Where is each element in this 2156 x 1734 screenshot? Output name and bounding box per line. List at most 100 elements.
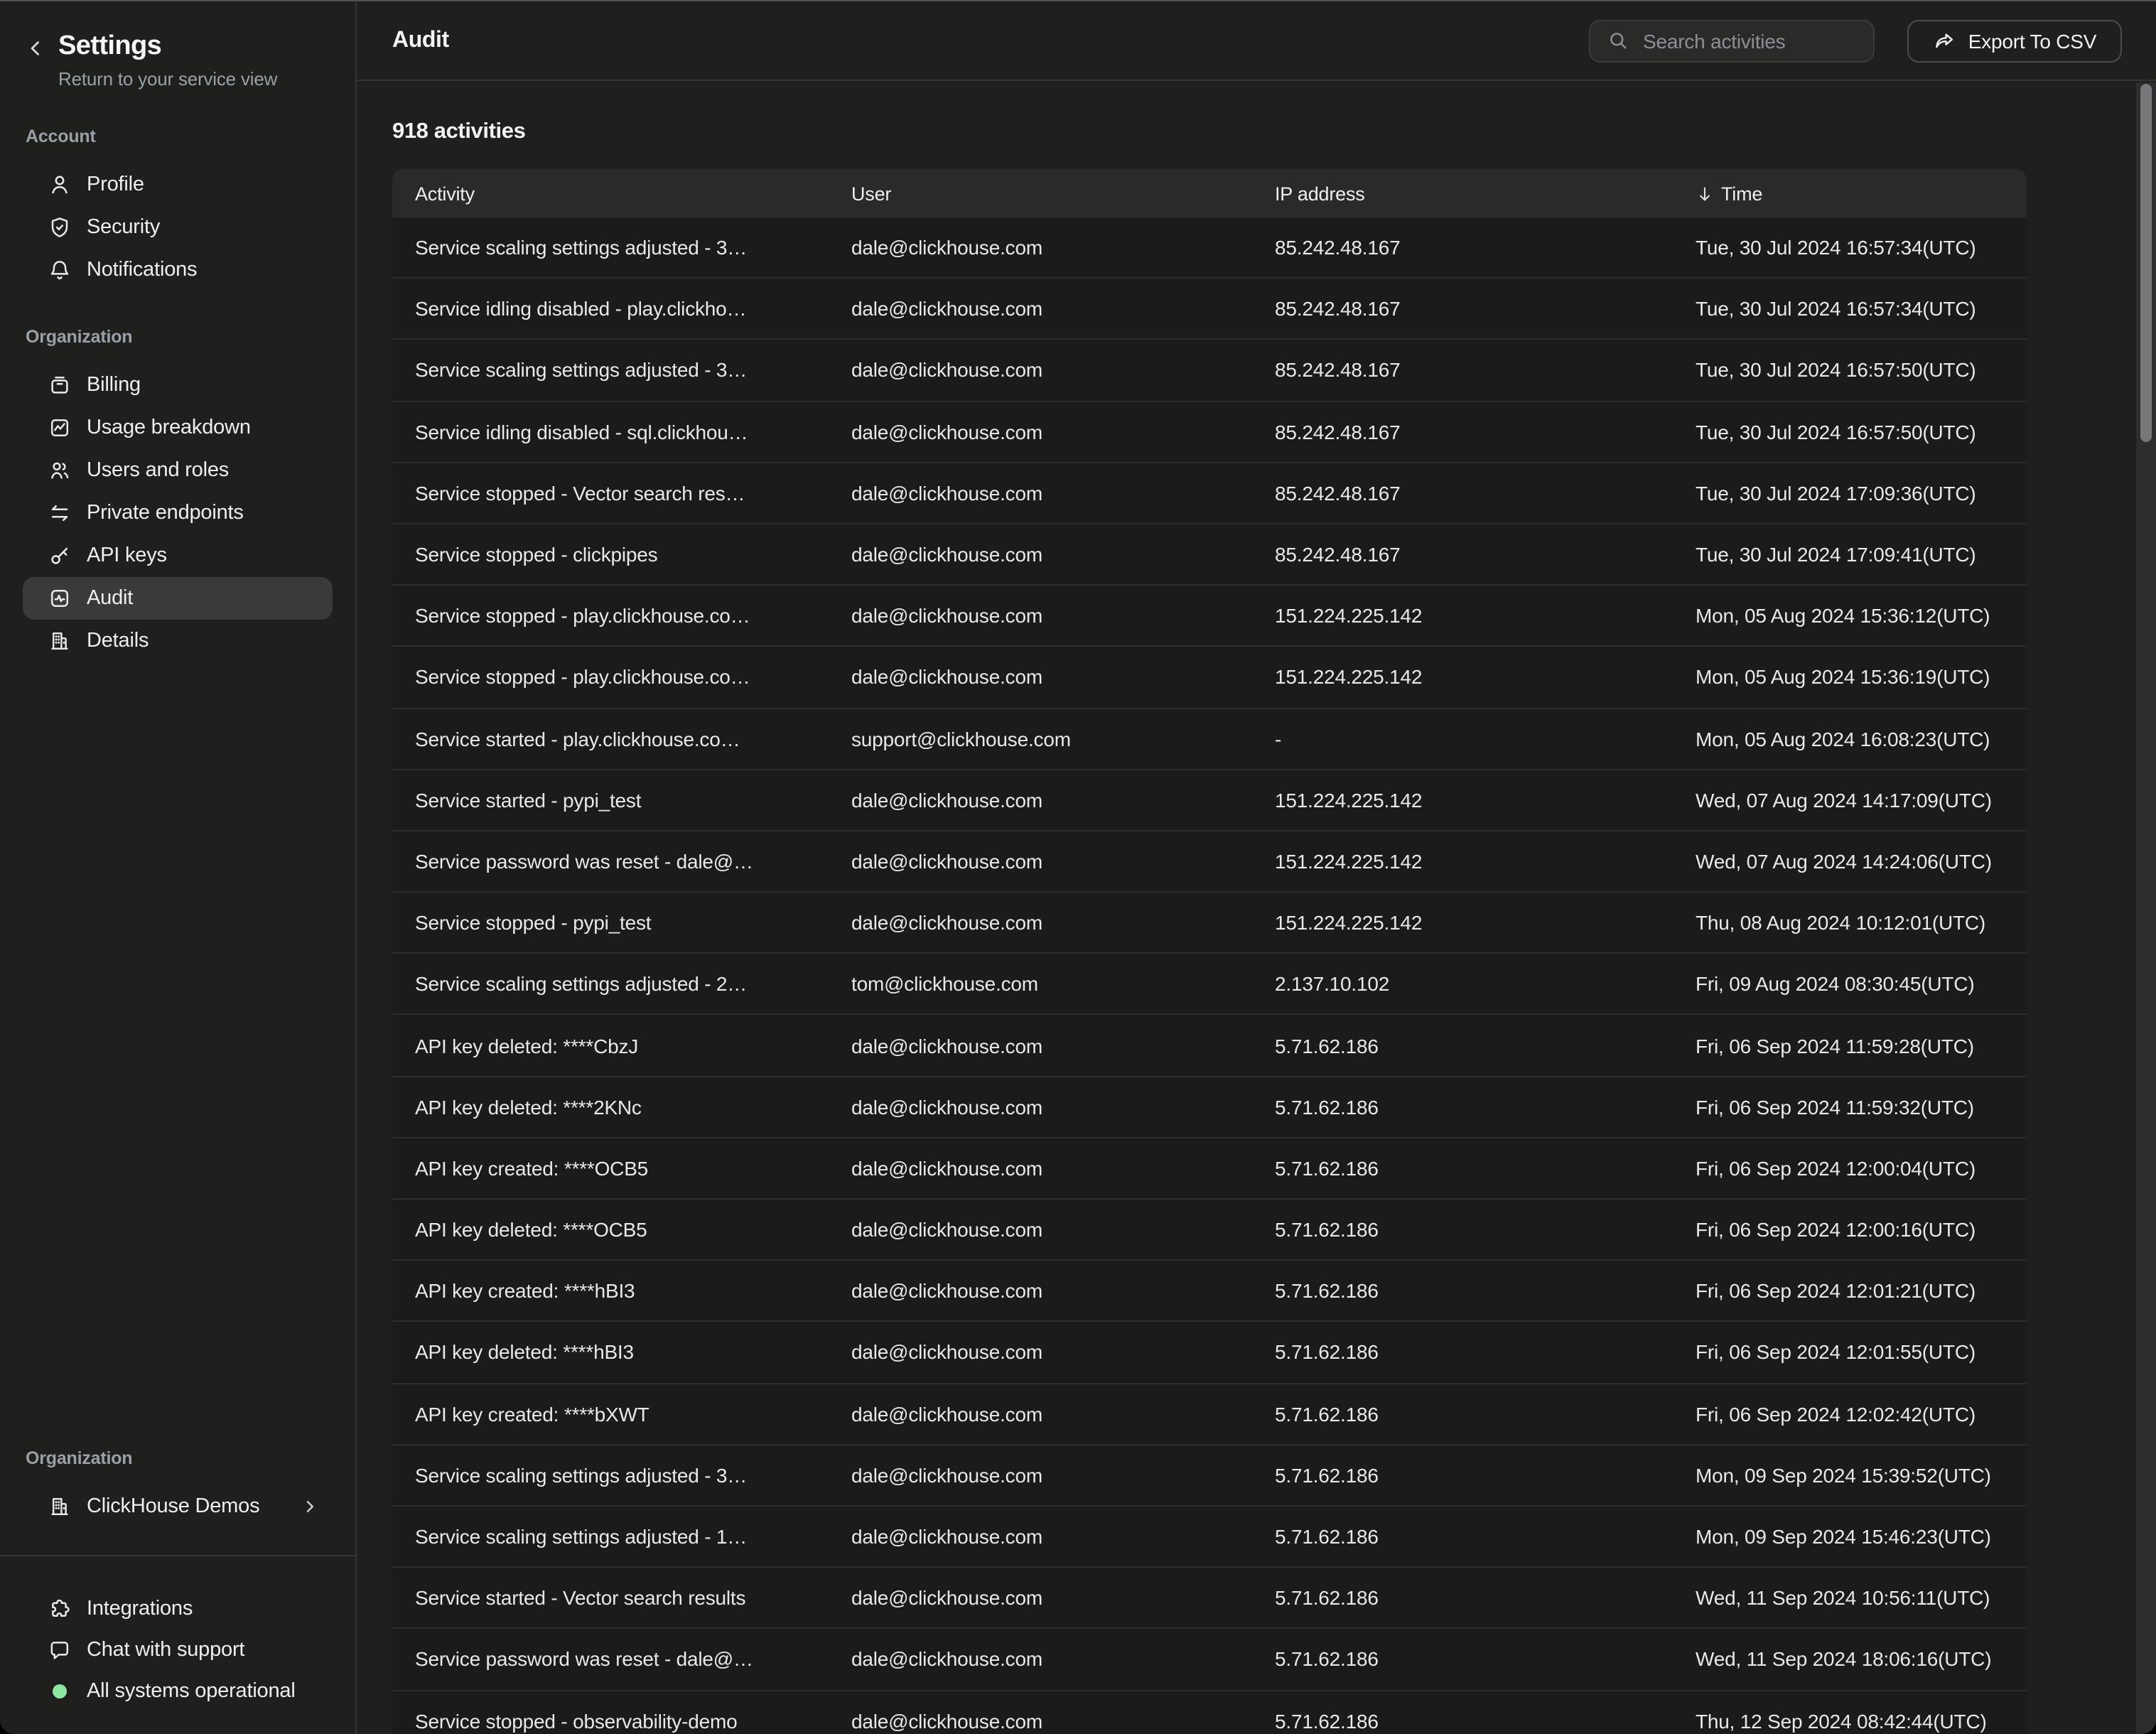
column-header-user[interactable]: User [829, 183, 1252, 204]
cell-user: dale@clickhouse.com [829, 1095, 1252, 1118]
cell-time: Fri, 06 Sep 2024 12:00:04(UTC) [1673, 1157, 2027, 1180]
back-button[interactable] [26, 37, 45, 60]
footer-item-chat-with-support[interactable]: Chat with support [23, 1629, 333, 1670]
activities-count: 918 activities [392, 117, 2156, 148]
swap-arrows-icon [48, 502, 71, 524]
cell-user: dale@clickhouse.com [829, 1525, 1252, 1548]
cell-activity: Service stopped - play.clickhouse.co… [392, 604, 829, 627]
cell-activity: API key created: ****OCB5 [392, 1157, 829, 1180]
cell-activity: API key deleted: ****CbzJ [392, 1034, 829, 1057]
status-label: All systems operational [87, 1679, 296, 1702]
cell-activity: Service stopped - clickpipes [392, 543, 829, 566]
activity-icon [48, 587, 71, 610]
cell-ip: 5.71.62.186 [1252, 1464, 1673, 1487]
cell-activity: Service scaling settings adjusted - 1… [392, 1525, 829, 1548]
table-row: API key created: ****OCB5dale@clickhouse… [392, 1138, 2027, 1200]
sidebar-item-label: Audit [87, 587, 133, 610]
sidebar-item-api-keys[interactable]: API keys [23, 534, 333, 577]
cell-activity: Service password was reset - dale@… [392, 850, 829, 873]
sidebar-item-private-endpoints[interactable]: Private endpoints [23, 492, 333, 534]
table-row: Service started - Vector search resultsd… [392, 1568, 2027, 1629]
cell-ip: 151.224.225.142 [1252, 789, 1673, 812]
cell-ip: 5.71.62.186 [1252, 1586, 1673, 1609]
sidebar-item-label: Billing [87, 374, 141, 397]
sidebar-item-usage-breakdown[interactable]: Usage breakdown [23, 406, 333, 449]
cell-time: Fri, 06 Sep 2024 12:02:42(UTC) [1673, 1402, 2027, 1425]
cell-time: Wed, 11 Sep 2024 18:06:16(UTC) [1673, 1648, 2027, 1671]
org-switcher[interactable]: ClickHouse Demos [23, 1485, 333, 1528]
table-row: Service started - play.clickhouse.co…sup… [392, 709, 2027, 770]
column-header-activity[interactable]: Activity [392, 183, 829, 204]
column-header-time[interactable]: Time [1673, 183, 2027, 204]
cell-user: dale@clickhouse.com [829, 298, 1252, 321]
column-header-ip[interactable]: IP address [1252, 183, 1673, 204]
search-input[interactable] [1640, 28, 1859, 53]
table-row: Service stopped - pypi_testdale@clickhou… [392, 893, 2027, 954]
chevron-left-icon [26, 38, 45, 58]
cell-ip: 5.71.62.186 [1252, 1095, 1673, 1118]
sidebar-item-details[interactable]: Details [23, 620, 333, 662]
settings-sidebar: Settings Return to your service view Acc… [0, 1, 357, 1734]
sidebar-section: OrganizationBillingUsage breakdownUsers … [0, 325, 355, 662]
sidebar-nav: AccountProfileSecurityNotificationsOrgan… [0, 125, 355, 662]
scrollbar-thumb[interactable] [2140, 84, 2152, 442]
cell-ip: 85.242.48.167 [1252, 420, 1673, 443]
footer-item-label: Chat with support [87, 1638, 244, 1661]
cell-user: dale@clickhouse.com [829, 789, 1252, 812]
table-row: Service password was reset - dale@…dale@… [392, 831, 2027, 893]
table-row: API key created: ****bXWTdale@clickhouse… [392, 1384, 2027, 1445]
sidebar-item-profile[interactable]: Profile [23, 163, 333, 206]
cell-time: Wed, 07 Aug 2024 14:24:06(UTC) [1673, 850, 2027, 873]
app-window: Settings Return to your service view Acc… [0, 0, 2156, 1734]
cell-activity: Service password was reset - dale@… [392, 1648, 829, 1671]
cell-user: support@clickhouse.com [829, 727, 1252, 750]
cell-activity: API key created: ****hBI3 [392, 1280, 829, 1303]
cell-activity: Service idling disabled - sql.clickhou… [392, 420, 829, 443]
sidebar-item-label: Security [87, 216, 160, 239]
table-header-row: Activity User IP address Time [392, 169, 2027, 217]
sidebar-item-billing[interactable]: Billing [23, 364, 333, 406]
sidebar-bottom: Organization ClickHouse Demos Integratio… [0, 1447, 355, 1734]
sort-arrow-down-icon [1696, 184, 1714, 203]
cell-activity: API key deleted: ****2KNc [392, 1095, 829, 1118]
sidebar-item-audit[interactable]: Audit [23, 577, 333, 620]
users-icon [48, 459, 71, 482]
cell-time: Fri, 06 Sep 2024 11:59:32(UTC) [1673, 1095, 2027, 1118]
puzzle-icon [48, 1597, 71, 1620]
cell-user: dale@clickhouse.com [829, 482, 1252, 505]
table-row: Service stopped - observability-demodale… [392, 1691, 2027, 1734]
bell-icon [48, 259, 71, 281]
cell-ip: 5.71.62.186 [1252, 1280, 1673, 1303]
footer-item-integrations[interactable]: Integrations [23, 1588, 333, 1629]
export-csv-button[interactable]: Export To CSV [1907, 19, 2122, 62]
table-row: Service idling disabled - sql.clickhou…d… [392, 402, 2027, 463]
sidebar-subtitle: Return to your service view [58, 68, 277, 91]
vertical-scrollbar[interactable] [2136, 82, 2156, 1734]
cell-time: Thu, 12 Sep 2024 08:42:44(UTC) [1673, 1709, 2027, 1732]
sidebar-item-notifications[interactable]: Notifications [23, 249, 333, 291]
cell-time: Tue, 30 Jul 2024 17:09:41(UTC) [1673, 543, 2027, 566]
cell-user: tom@clickhouse.com [829, 973, 1252, 996]
cell-user: dale@clickhouse.com [829, 1157, 1252, 1180]
cell-ip: 2.137.10.102 [1252, 973, 1673, 996]
sidebar-item-security[interactable]: Security [23, 206, 333, 249]
sidebar-item-label: Private endpoints [87, 502, 244, 524]
main-panel: Audit Export To CSV 918 activities Activ… [357, 1, 2156, 1734]
cell-time: Mon, 09 Sep 2024 15:39:52(UTC) [1673, 1464, 2027, 1487]
table-row: API key created: ****hBI3dale@clickhouse… [392, 1261, 2027, 1322]
cell-user: dale@clickhouse.com [829, 666, 1252, 689]
cell-user: dale@clickhouse.com [829, 604, 1252, 627]
table-row: Service stopped - play.clickhouse.co…dal… [392, 586, 2027, 647]
cell-user: dale@clickhouse.com [829, 911, 1252, 934]
cell-time: Mon, 09 Sep 2024 15:46:23(UTC) [1673, 1525, 2027, 1548]
table-row: Service scaling settings adjusted - 2…to… [392, 954, 2027, 1016]
cell-ip: 5.71.62.186 [1252, 1157, 1673, 1180]
cell-activity: Service started - Vector search results [392, 1586, 829, 1609]
table-row: Service started - pypi_testdale@clickhou… [392, 770, 2027, 831]
cell-user: dale@clickhouse.com [829, 1709, 1252, 1732]
topbar: Audit Export To CSV [357, 1, 2156, 81]
cell-ip: 151.224.225.142 [1252, 911, 1673, 934]
org-switcher-label: ClickHouse Demos [87, 1495, 259, 1518]
sidebar-item-users-and-roles[interactable]: Users and roles [23, 449, 333, 492]
system-status[interactable]: All systems operational [23, 1670, 333, 1711]
